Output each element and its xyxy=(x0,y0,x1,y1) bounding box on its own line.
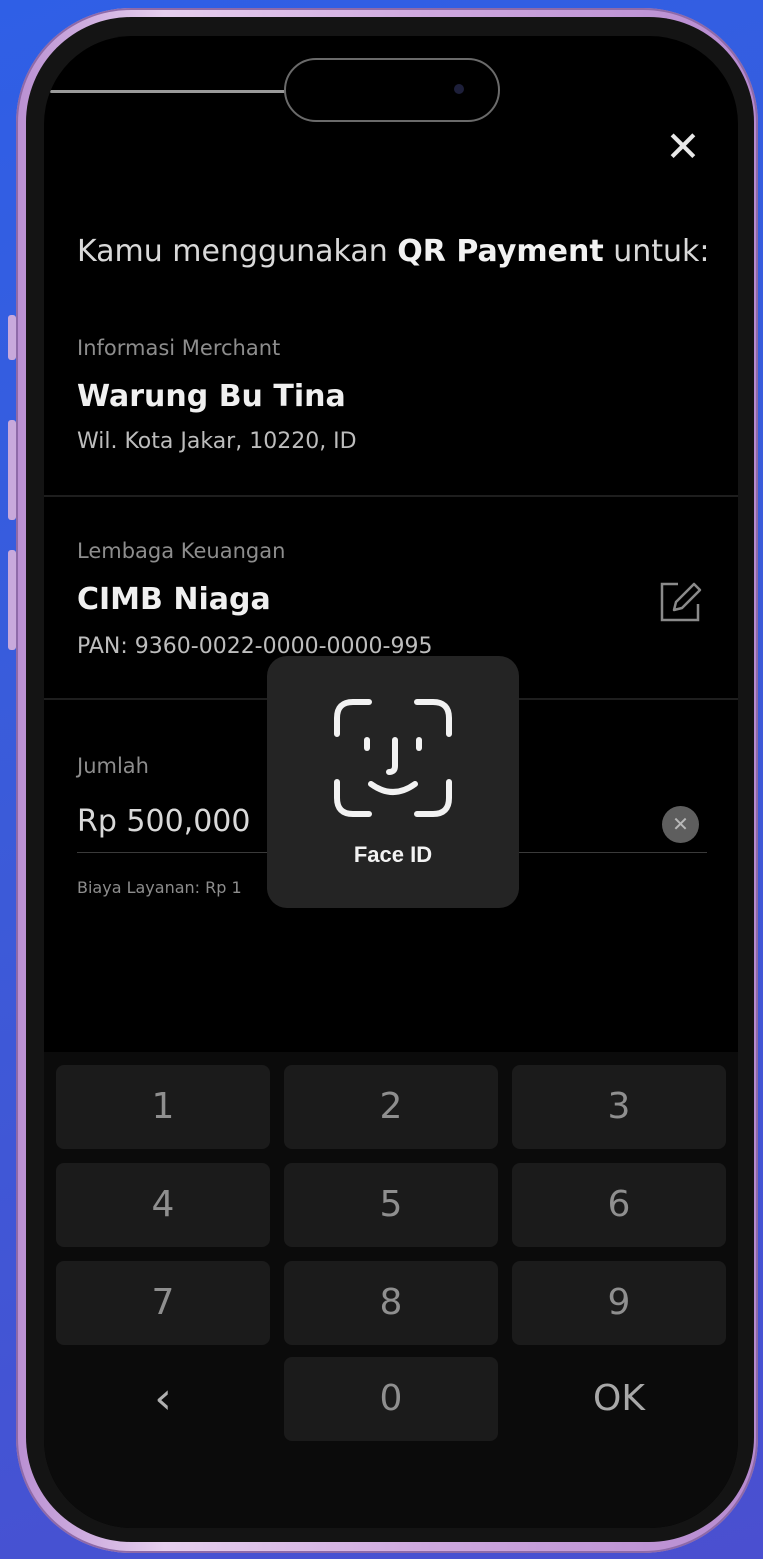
face-id-overlay: Face ID xyxy=(267,656,519,908)
edit-icon xyxy=(660,582,702,622)
ok-key[interactable]: OK xyxy=(512,1357,726,1441)
service-fee: Biaya Layanan: Rp 1 xyxy=(77,878,242,897)
camera-icon xyxy=(454,84,464,94)
key-1[interactable]: 1 xyxy=(56,1065,270,1149)
key-7[interactable]: 7 xyxy=(56,1261,270,1345)
close-icon: ✕ xyxy=(665,122,701,171)
dynamic-island xyxy=(284,58,500,122)
key-2[interactable]: 2 xyxy=(284,1065,498,1149)
side-button-action xyxy=(8,315,16,360)
backspace-key[interactable]: ‹ xyxy=(56,1357,270,1441)
title-highlight: QR Payment xyxy=(397,234,604,269)
edit-button[interactable] xyxy=(656,576,706,626)
merchant-location: Wil. Kota Jakar, 10220, ID xyxy=(77,429,357,454)
key-9[interactable]: 9 xyxy=(512,1261,726,1345)
amount-label: Jumlah xyxy=(77,754,149,778)
merchant-name: Warung Bu Tina xyxy=(77,379,346,414)
key-3[interactable]: 3 xyxy=(512,1065,726,1149)
page-title: Kamu menggunakan QR Payment untuk: xyxy=(77,234,710,269)
side-button-volume-down xyxy=(8,550,16,650)
key-0[interactable]: 0 xyxy=(284,1357,498,1441)
key-6[interactable]: 6 xyxy=(512,1163,726,1247)
numeric-keypad: 1 2 3 4 5 6 7 8 9 ‹ 0 OK xyxy=(44,1052,738,1528)
chevron-left-icon: ‹ xyxy=(154,1373,172,1424)
title-prefix: Kamu menggunakan xyxy=(77,234,398,269)
clear-button[interactable]: ✕ xyxy=(662,806,699,843)
face-id-label: Face ID xyxy=(353,842,433,867)
divider xyxy=(44,495,738,497)
screen: ✕ Kamu menggunakan QR Payment untuk: Inf… xyxy=(44,36,738,1528)
institution-label: Lembaga Keuangan xyxy=(77,539,286,563)
progress-line xyxy=(50,90,290,93)
key-8[interactable]: 8 xyxy=(284,1261,498,1345)
face-id-icon xyxy=(334,699,452,817)
clear-icon: ✕ xyxy=(672,812,689,836)
merchant-label: Informasi Merchant xyxy=(77,336,281,360)
key-5[interactable]: 5 xyxy=(284,1163,498,1247)
institution-name: CIMB Niaga xyxy=(77,582,271,617)
amount-value[interactable]: Rp 500,000 xyxy=(77,804,250,839)
key-4[interactable]: 4 xyxy=(56,1163,270,1247)
close-button[interactable]: ✕ xyxy=(662,126,704,168)
side-button-volume-up xyxy=(8,420,16,520)
title-suffix: untuk: xyxy=(603,234,710,269)
